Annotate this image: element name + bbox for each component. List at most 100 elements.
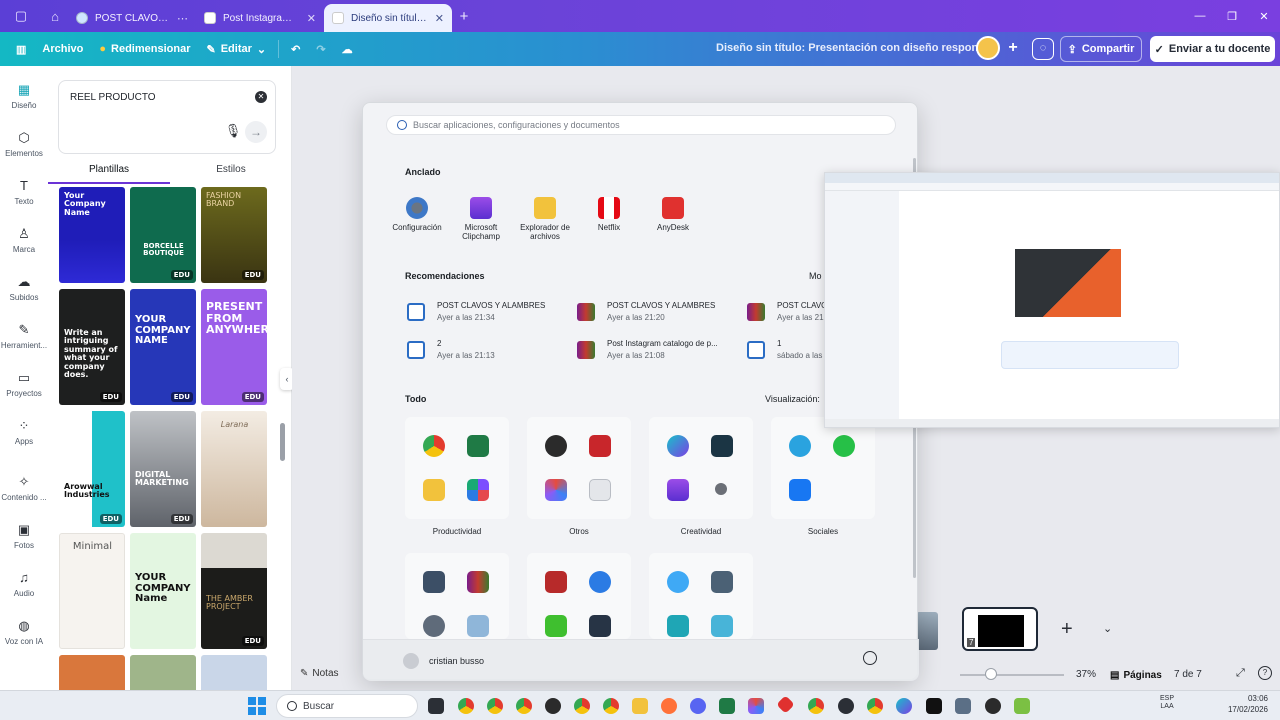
template-card[interactable]: YOUR COMPANY NAME EDU — [130, 289, 196, 405]
edit-menu-button[interactable]: ✎ Editar ⌄ — [199, 35, 275, 63]
avatar[interactable] — [976, 36, 1000, 60]
pinned-app[interactable]: Explorador de archivos — [515, 197, 575, 241]
rail-item-audio[interactable]: ♫ Audio — [0, 570, 48, 598]
task-view-icon[interactable] — [428, 698, 444, 714]
clear-search-icon[interactable]: ✕ — [255, 91, 267, 103]
pinned-app[interactable]: Netflix — [579, 197, 639, 232]
canva-icon[interactable] — [896, 698, 912, 714]
browser-tab-active[interactable]: Diseño sin título - ... ✕ — [324, 4, 452, 32]
floating-window-preview[interactable] — [824, 172, 1280, 428]
rail-item-elements[interactable]: ⬡ Elementos — [0, 130, 48, 158]
rail-item-content[interactable]: ✧ Contenido ... — [0, 474, 48, 502]
chrome-icon[interactable] — [487, 698, 503, 714]
power-icon[interactable] — [863, 651, 877, 665]
page-thumbnail-current[interactable]: 7 — [962, 607, 1038, 651]
invite-button[interactable]: + — [1003, 39, 1023, 59]
excel-icon[interactable] — [719, 698, 735, 714]
notes-button[interactable]: ✎ Notas — [300, 668, 339, 679]
dell-icon[interactable] — [926, 698, 942, 714]
template-card[interactable] — [130, 655, 196, 690]
recommended-item[interactable]: 1 sábado a las — [747, 337, 825, 365]
recommended-item[interactable]: POST CLAVOS Y ALAMBRES Ayer a las 21:20 — [577, 299, 737, 327]
workspaces-icon[interactable]: ⌂ — [42, 3, 68, 29]
template-card[interactable] — [59, 655, 125, 690]
anydesk-icon[interactable] — [776, 695, 795, 714]
chrome-icon[interactable] — [808, 698, 824, 714]
arrow-right-icon[interactable]: → — [245, 121, 267, 143]
screen-capture-icon[interactable] — [955, 698, 971, 714]
template-card[interactable]: Write an intriguing summary of what your… — [59, 289, 125, 405]
chrome-icon[interactable] — [867, 698, 883, 714]
recommended-item[interactable]: 2 Ayer a las 21:13 — [407, 337, 567, 365]
template-card[interactable]: Minimal — [59, 533, 125, 649]
undo-button[interactable]: ↶ — [283, 35, 308, 63]
chrome-icon[interactable] — [574, 698, 590, 714]
panel-scrollbar[interactable] — [280, 423, 285, 461]
pages-button[interactable]: ▤ Páginas — [1110, 665, 1162, 685]
notepad-icon[interactable] — [1014, 698, 1030, 714]
taskbar-search-input[interactable]: Buscar — [276, 694, 418, 718]
new-tab-button[interactable]: + — [452, 8, 476, 25]
chrome-icon[interactable] — [516, 698, 532, 714]
app-folder[interactable] — [527, 553, 631, 639]
app-folder-others[interactable] — [527, 417, 631, 519]
view-mode-label[interactable]: Visualización: — [765, 394, 820, 404]
send-to-teacher-button[interactable]: ✓ Enviar a tu docente — [1150, 36, 1275, 62]
rail-item-voice[interactable]: ◍ Voz con IA — [0, 618, 48, 646]
system-clock[interactable]: 03:06 17/02/2026 — [1218, 694, 1268, 716]
language-indicator[interactable]: ESP LAA — [1160, 695, 1174, 712]
app-folder[interactable] — [649, 553, 753, 639]
rail-item-tools[interactable]: ✎ Herramient... — [0, 322, 48, 350]
template-card[interactable]: THE AMBER PROJECT EDU — [201, 533, 267, 649]
chrome-icon[interactable] — [458, 698, 474, 714]
recommended-item[interactable]: POST CLAVOS Ayer a las 21 — [747, 299, 825, 327]
more-icon[interactable]: ⋯ — [177, 12, 188, 25]
zoom-slider[interactable] — [960, 674, 1064, 676]
tab-styles[interactable]: Estilos — [170, 162, 292, 184]
steam-icon[interactable] — [838, 698, 854, 714]
template-card[interactable]: Arowwal Industries EDU — [59, 411, 125, 527]
redo-button[interactable]: ↷ — [308, 35, 333, 63]
rail-item-projects[interactable]: ▭ Proyectos — [0, 370, 48, 398]
template-card[interactable]: Larana — [201, 411, 267, 527]
chrome-icon[interactable] — [603, 698, 619, 714]
rail-item-photos[interactable]: ▣ Fotos — [0, 522, 48, 550]
cloud-sync-button[interactable]: ☁ — [334, 35, 361, 63]
add-page-button[interactable]: + — [1061, 618, 1073, 641]
close-window-icon[interactable]: ✕ — [1248, 0, 1280, 32]
share-button[interactable]: ⇪ Compartir — [1060, 36, 1142, 62]
recommended-item[interactable]: Post Instagram catalogo de p... Ayer a la… — [577, 337, 737, 365]
rail-item-apps[interactable]: ⁘ Apps — [0, 418, 48, 446]
user-account-button[interactable]: cristian busso — [403, 653, 484, 669]
folder-icon[interactable] — [632, 698, 648, 714]
app-folder[interactable] — [405, 553, 509, 639]
template-card[interactable]: FASHION BRAND EDU — [201, 187, 267, 283]
help-icon[interactable]: ? — [1258, 666, 1272, 680]
tab-actions-icon[interactable]: ▢ — [8, 3, 34, 29]
close-icon[interactable]: ✕ — [435, 12, 444, 25]
pinned-app[interactable]: Microsoft Clipchamp — [451, 197, 511, 241]
design-title[interactable]: Diseño sin título: Presentación con dise… — [716, 42, 1000, 54]
browser-tab[interactable]: POST CLAVOS Y AL... ⋯ — [68, 4, 196, 32]
pinned-app[interactable]: Configuración — [387, 197, 447, 232]
obs-icon[interactable] — [985, 698, 1001, 714]
page-thumbnail[interactable] — [916, 612, 938, 650]
minimize-icon[interactable]: — — [1184, 0, 1216, 32]
template-card[interactable]: PRESENT FROM ANYWHERE EDU — [201, 289, 267, 405]
search-query[interactable]: REEL PRODUCTO — [70, 92, 156, 103]
chevron-down-icon[interactable]: ⌄ — [1103, 622, 1112, 635]
template-search-input[interactable]: REEL PRODUCTO ✕ 🎙 → — [58, 80, 276, 154]
discord-icon[interactable] — [690, 698, 706, 714]
start-search-input[interactable]: Buscar aplicaciones, configuraciones y d… — [386, 115, 896, 135]
app-folder-creativity[interactable] — [649, 417, 753, 519]
comment-button[interactable]: ◌ — [1032, 38, 1054, 60]
windows-start-icon[interactable] — [248, 697, 266, 715]
tab-templates[interactable]: Plantillas — [48, 162, 170, 184]
menu-panel-toggle[interactable]: ▥ — [8, 35, 34, 63]
template-card[interactable]: YOUR COMPANY Name — [130, 533, 196, 649]
fullscreen-icon[interactable]: ⤢ — [1236, 667, 1245, 680]
firefox-icon[interactable] — [661, 698, 677, 714]
maximize-icon[interactable]: ❐ — [1216, 0, 1248, 32]
app-folder-productivity[interactable] — [405, 417, 509, 519]
resize-button[interactable]: ● Redimensionar — [91, 35, 198, 63]
